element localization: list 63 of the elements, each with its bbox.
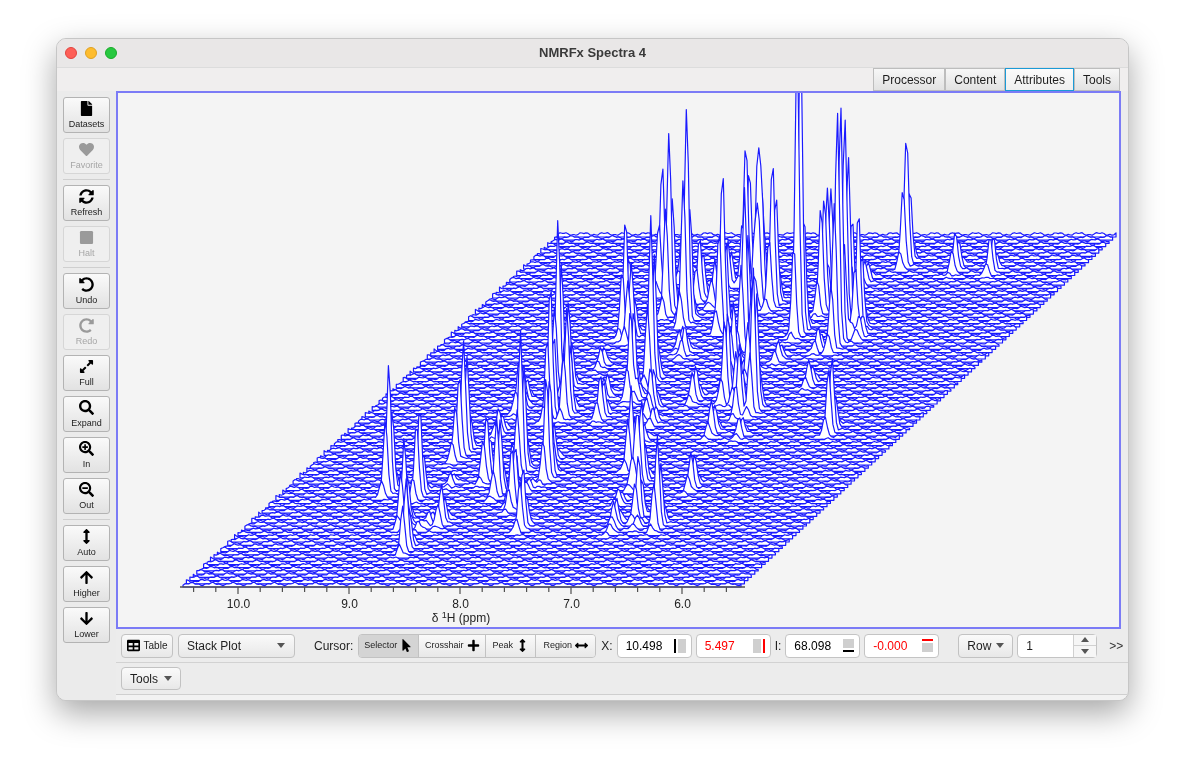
- row-mode-dropdown[interactable]: Row: [958, 633, 1014, 658]
- cursor-mode-button[interactable]: Selector: [359, 634, 420, 657]
- up-arrow-icon: [79, 570, 94, 585]
- axis-tick-label: 6.0: [674, 597, 691, 611]
- tab[interactable]: Processor: [873, 68, 946, 91]
- cursor-mode-button[interactable]: Crosshair: [419, 634, 487, 657]
- square-icon: [677, 638, 686, 653]
- x-label: X:: [601, 637, 613, 655]
- square-icon: [922, 643, 934, 652]
- step-down-icon[interactable]: [1081, 648, 1090, 654]
- toolbar-button[interactable]: Lower: [63, 607, 110, 643]
- toolbar-button[interactable]: Datasets: [63, 97, 110, 133]
- cursor-label: Cursor:: [314, 637, 354, 655]
- cursor-value-field[interactable]: 5.497: [695, 633, 771, 658]
- toolbar-button[interactable]: Expand: [63, 396, 110, 432]
- table-button[interactable]: Table: [121, 633, 173, 658]
- toolbar-button[interactable]: Full: [63, 355, 110, 391]
- square-icon: [843, 639, 855, 648]
- axis-tick-label: 9.0: [341, 597, 358, 611]
- maximize-window-icon[interactable]: [105, 47, 117, 59]
- axis-tick-label: 8.0: [452, 597, 469, 611]
- cursor-value-field[interactable]: 10.498: [616, 633, 692, 658]
- toolbar-button[interactable]: Higher: [63, 566, 110, 602]
- toolbar-button[interactable]: Undo: [63, 273, 110, 309]
- toolbar-button[interactable]: Out: [63, 478, 110, 514]
- close-window-icon[interactable]: [65, 47, 77, 59]
- plus-icon: [466, 639, 480, 652]
- square-icon: [752, 638, 761, 653]
- cursor-mode-button[interactable]: Region: [536, 634, 596, 657]
- cursor-value-field[interactable]: 68.098: [785, 633, 861, 658]
- axis-label: δ $^{1}$H (ppm): [431, 611, 491, 626]
- intensity-label: I:: [774, 637, 782, 655]
- undo-icon: [79, 277, 94, 292]
- tab[interactable]: Content: [945, 68, 1006, 91]
- row-spinner-field[interactable]: 1: [1017, 633, 1098, 658]
- tab[interactable]: Tools: [1074, 68, 1120, 91]
- diagonal-arrows-icon: [79, 359, 94, 374]
- heart-icon: [79, 142, 94, 157]
- toolbar-button[interactable]: Auto: [63, 525, 110, 561]
- redo-icon: [79, 318, 94, 333]
- file-icon: [79, 101, 94, 116]
- caret-down-icon: [996, 643, 1005, 648]
- cursor-value-field[interactable]: -0.000: [864, 633, 940, 658]
- table-icon: [126, 639, 140, 652]
- cursor-mode-button[interactable]: Peak: [486, 634, 537, 657]
- window-title: NMRFx Spectra 4: [539, 44, 646, 63]
- axis-tick-label: 7.0: [563, 597, 580, 611]
- minimize-window-icon[interactable]: [85, 47, 97, 59]
- refresh-icon: [79, 189, 94, 204]
- tools-dropdown[interactable]: Tools: [121, 667, 181, 690]
- overflow-button[interactable]: >>: [1109, 636, 1124, 655]
- caret-down-icon: [164, 676, 172, 681]
- caret-down-icon: [277, 643, 285, 648]
- tab[interactable]: Attributes: [1005, 68, 1074, 91]
- down-arrow-icon: [79, 611, 94, 626]
- search-icon: [79, 400, 94, 415]
- display-mode-dropdown[interactable]: Stack Plot: [178, 633, 295, 658]
- axis-tick-label: 10.0: [226, 597, 251, 611]
- step-up-icon[interactable]: [1081, 637, 1090, 643]
- toolbar-button[interactable]: Refresh: [63, 185, 110, 221]
- toolbar-button[interactable]: In: [63, 437, 110, 473]
- zoom-out-icon: [79, 482, 94, 497]
- zoom-in-icon: [79, 441, 94, 456]
